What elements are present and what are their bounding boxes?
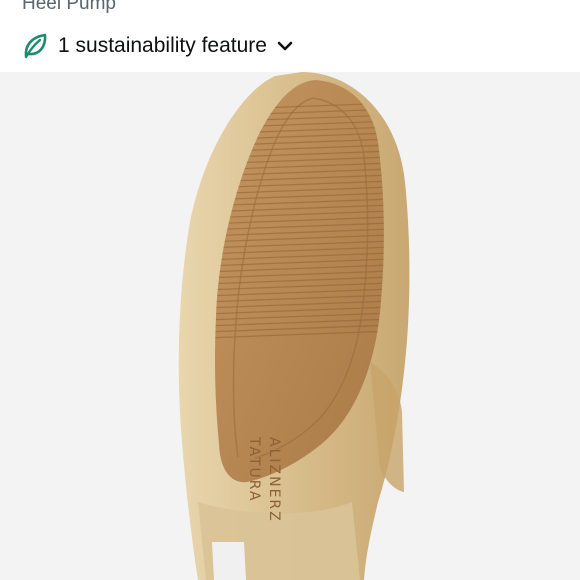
- sustainability-feature-label: 1 sustainability feature: [58, 34, 267, 57]
- brand-imprint-line1: ALIZNERZ: [266, 437, 282, 523]
- chevron-down-icon[interactable]: [277, 40, 293, 52]
- brand-imprint-line2: TATURA: [246, 436, 262, 503]
- shoe-sole-image: ALIZNERZ TATURA: [0, 72, 580, 580]
- leaf-icon: [24, 33, 47, 59]
- product-image-panel[interactable]: ALIZNERZ TATURA: [0, 72, 580, 580]
- product-title-fragment: Heel Pump: [22, 0, 116, 14]
- sustainability-feature-toggle[interactable]: 1 sustainability feature: [22, 30, 293, 62]
